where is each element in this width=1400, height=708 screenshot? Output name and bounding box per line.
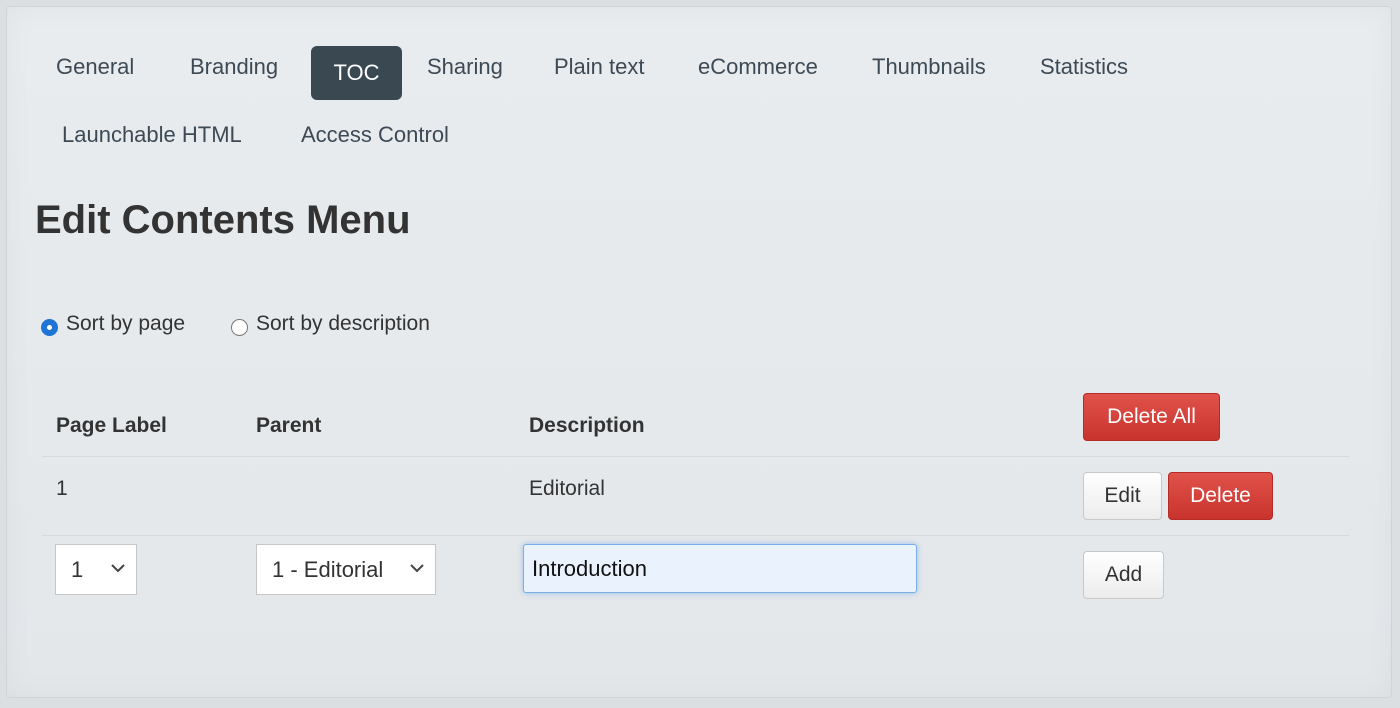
description-input[interactable] [523, 544, 917, 593]
tab-sharing[interactable]: Sharing [404, 40, 526, 94]
add-button[interactable]: Add [1083, 551, 1164, 599]
sort-by-description-radio[interactable] [231, 318, 248, 336]
tab-access-control[interactable]: Access Control [278, 108, 472, 162]
tab-thumbnails[interactable]: Thumbnails [849, 40, 1009, 94]
delete-all-button[interactable]: Delete All [1083, 393, 1220, 441]
sort-by-page-option[interactable]: Sort by page [41, 312, 185, 336]
column-header-page-label: Page Label [56, 414, 167, 437]
row-page-label: 1 [56, 477, 68, 500]
tab-toc[interactable]: TOC [311, 46, 402, 100]
page-select-value: 1 [71, 557, 84, 582]
table-row-divider [42, 456, 1349, 457]
chevron-down-icon [111, 564, 125, 573]
tab-statistics[interactable]: Statistics [1017, 40, 1151, 94]
chevron-down-icon [410, 564, 424, 573]
tab-branding[interactable]: Branding [167, 40, 301, 94]
delete-button[interactable]: Delete [1168, 472, 1273, 520]
sort-by-page-radio[interactable] [41, 318, 58, 336]
table-row-divider [42, 535, 1349, 536]
row-description: Editorial [529, 477, 605, 500]
parent-select-value: 1 - Editorial [272, 557, 384, 582]
tab-plain-text[interactable]: Plain text [531, 40, 668, 94]
sort-by-description-option[interactable]: Sort by description [231, 312, 430, 336]
tab-launchable-html[interactable]: Launchable HTML [39, 108, 265, 162]
tab-ecommerce[interactable]: eCommerce [675, 40, 841, 94]
edit-button[interactable]: Edit [1083, 472, 1162, 520]
column-header-parent: Parent [256, 414, 322, 437]
sort-by-page-label: Sort by page [66, 312, 186, 335]
tab-general[interactable]: General [33, 40, 157, 94]
page-title: Edit Contents Menu [35, 198, 411, 242]
sort-by-description-label: Sort by description [256, 312, 430, 335]
page-select[interactable]: 1 [55, 544, 137, 595]
column-header-description: Description [529, 414, 645, 437]
parent-select[interactable]: 1 - Editorial [256, 544, 436, 595]
